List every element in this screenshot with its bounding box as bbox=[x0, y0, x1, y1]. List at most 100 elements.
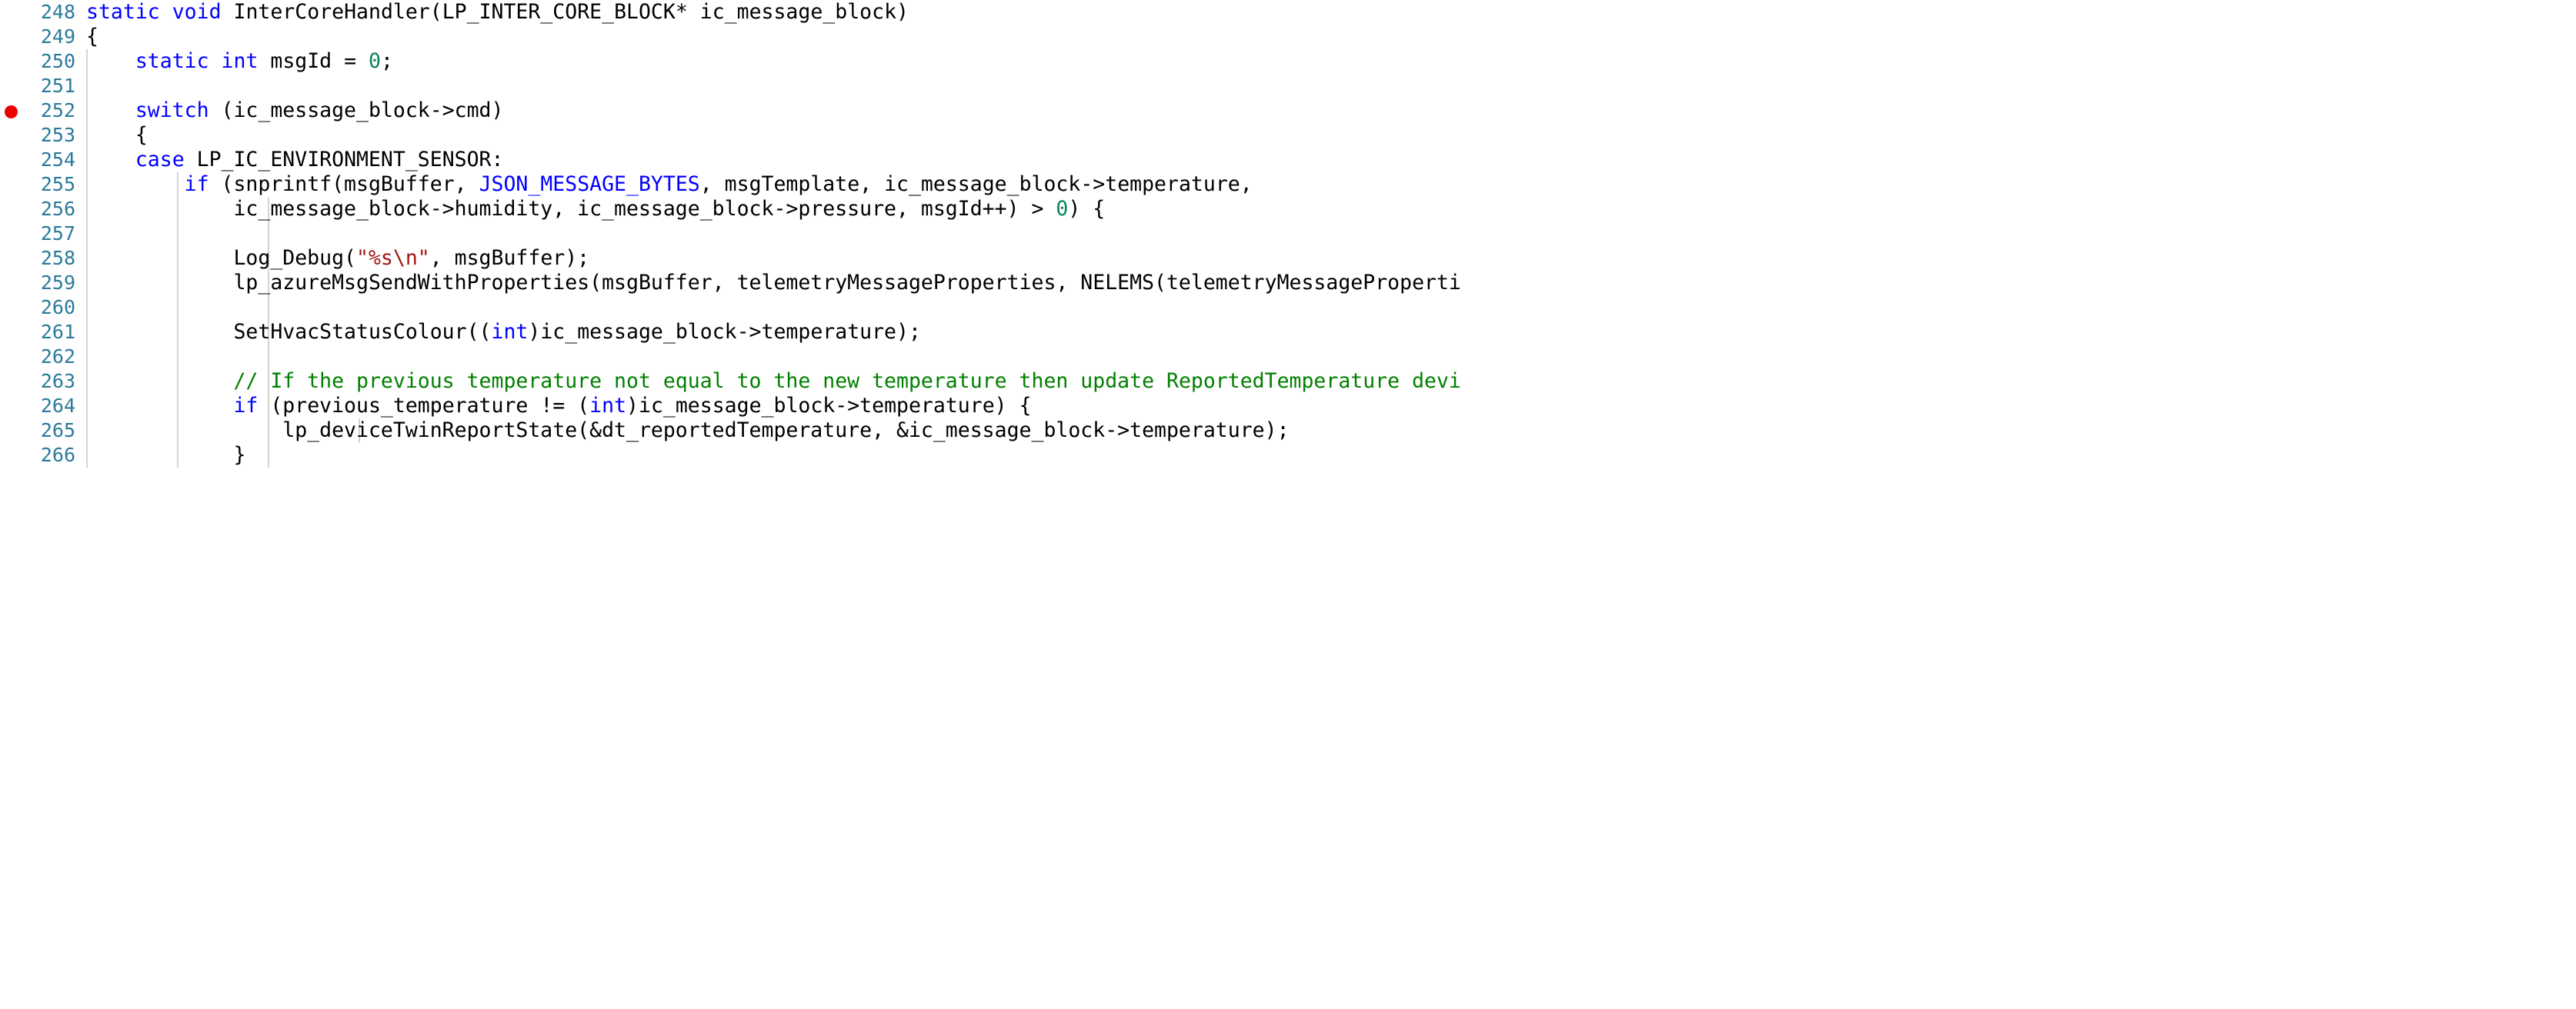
code-token: , msgTemplate, ic_message_block->tempera… bbox=[699, 172, 1253, 196]
code-line[interactable] bbox=[86, 221, 2576, 246]
code-line[interactable]: case LP_IC_ENVIRONMENT_SENSOR: bbox=[86, 148, 2576, 172]
code-token: "%s\n" bbox=[356, 246, 430, 270]
line-number: 248 bbox=[40, 1, 75, 23]
gutter-row[interactable]: 255 bbox=[0, 172, 86, 197]
gutter-row[interactable]: 261 bbox=[0, 320, 86, 345]
line-number: 256 bbox=[40, 198, 75, 220]
code-line[interactable]: // If the previous temperature not equal… bbox=[86, 369, 2576, 394]
indent-guide bbox=[177, 345, 179, 369]
code-token: static bbox=[86, 0, 160, 24]
code-line-text: { bbox=[86, 123, 148, 148]
gutter-row[interactable]: 249 bbox=[0, 25, 86, 49]
gutter-row[interactable]: 264 bbox=[0, 394, 86, 418]
line-number: 253 bbox=[40, 124, 75, 146]
line-number: 257 bbox=[40, 222, 75, 245]
gutter-row[interactable]: 256 bbox=[0, 197, 86, 221]
code-token: { bbox=[86, 123, 148, 147]
code-line-text: lp_azureMsgSendWithProperties(msgBuffer,… bbox=[86, 271, 1461, 295]
indent-guide bbox=[268, 345, 269, 369]
gutter-row[interactable]: 262 bbox=[0, 345, 86, 369]
code-editor-view[interactable]: 248 249 250 251 252 253 254 255 256 257 258 259 260 2… bbox=[0, 0, 2576, 1009]
gutter-row[interactable]: 258 bbox=[0, 246, 86, 271]
code-token: } bbox=[86, 443, 246, 467]
code-line-text: // If the previous temperature not equal… bbox=[86, 369, 1461, 394]
code-line[interactable]: { bbox=[86, 25, 2576, 49]
code-line[interactable]: if (snprintf(msgBuffer, JSON_MESSAGE_BYT… bbox=[86, 172, 2576, 197]
gutter-row[interactable]: 248 bbox=[0, 0, 86, 25]
code-token: 0 bbox=[369, 49, 381, 73]
line-number: 259 bbox=[40, 271, 75, 294]
code-token: lp_azureMsgSendWithProperties(msgBuffer,… bbox=[86, 271, 1461, 295]
code-line[interactable]: static int msgId = 0; bbox=[86, 49, 2576, 74]
code-token: int bbox=[221, 49, 259, 73]
code-line-text: static void InterCoreHandler(LP_INTER_CO… bbox=[86, 0, 909, 25]
line-number: 252 bbox=[40, 99, 75, 122]
indent-guide bbox=[86, 345, 88, 369]
gutter-row[interactable]: 266 bbox=[0, 443, 86, 468]
code-token: (snprintf(msgBuffer, bbox=[209, 172, 479, 196]
line-number: 262 bbox=[40, 345, 75, 368]
line-number: 255 bbox=[40, 173, 75, 195]
code-line-text: Log_Debug("%s\n", msgBuffer); bbox=[86, 246, 589, 271]
code-line[interactable]: lp_deviceTwinReportState(&dt_reportedTem… bbox=[86, 418, 2576, 443]
gutter-row[interactable]: 253 bbox=[0, 123, 86, 148]
editor-gutter[interactable]: 248 249 250 251 252 253 254 255 256 257 258 259 260 2… bbox=[0, 0, 86, 1009]
code-token: Log_Debug( bbox=[86, 246, 356, 270]
indent-guide bbox=[86, 295, 88, 320]
code-token: (previous_temperature != ( bbox=[258, 394, 590, 418]
gutter-row[interactable]: 250 bbox=[0, 49, 86, 74]
code-line[interactable]: static void InterCoreHandler(LP_INTER_CO… bbox=[86, 0, 2576, 25]
gutter-row[interactable]: 257 bbox=[0, 221, 86, 246]
line-number: 254 bbox=[40, 148, 75, 171]
indent-guide bbox=[86, 74, 88, 98]
gutter-row[interactable]: 254 bbox=[0, 148, 86, 172]
gutter-row[interactable]: 251 bbox=[0, 74, 86, 98]
code-line[interactable]: switch (ic_message_block->cmd) bbox=[86, 98, 2576, 123]
code-token: void bbox=[172, 0, 222, 24]
indent-guide bbox=[177, 221, 179, 246]
code-line[interactable]: } bbox=[86, 443, 2576, 468]
indent-guide bbox=[177, 295, 179, 320]
code-line-text: if (previous_temperature != (int)ic_mess… bbox=[86, 394, 1031, 418]
gutter-row[interactable]: 252 bbox=[0, 98, 86, 123]
line-number: 264 bbox=[40, 395, 75, 417]
line-number: 263 bbox=[40, 370, 75, 392]
code-line[interactable]: { bbox=[86, 123, 2576, 148]
breakpoint-icon[interactable] bbox=[5, 105, 18, 118]
gutter-row[interactable]: 263 bbox=[0, 369, 86, 394]
code-line[interactable]: lp_azureMsgSendWithProperties(msgBuffer,… bbox=[86, 271, 2576, 295]
code-line-text: { bbox=[86, 25, 98, 49]
editor-code-area[interactable]: static void InterCoreHandler(LP_INTER_CO… bbox=[86, 0, 2576, 1009]
code-token: SetHvacStatusColour(( bbox=[86, 320, 492, 344]
indent-guide bbox=[268, 295, 269, 320]
code-line[interactable]: ic_message_block->humidity, ic_message_b… bbox=[86, 197, 2576, 221]
gutter-row[interactable]: 259 bbox=[0, 271, 86, 295]
indent-guide bbox=[268, 443, 269, 468]
line-number: 250 bbox=[40, 50, 75, 72]
code-line[interactable]: SetHvacStatusColour((int)ic_message_bloc… bbox=[86, 320, 2576, 345]
code-line[interactable] bbox=[86, 74, 2576, 98]
code-line-text: lp_deviceTwinReportState(&dt_reportedTem… bbox=[86, 418, 1289, 443]
code-token: 0 bbox=[1056, 197, 1069, 221]
line-number: 266 bbox=[40, 444, 75, 466]
code-token: ) { bbox=[1068, 197, 1106, 221]
indent-guide bbox=[86, 221, 88, 246]
gutter-row[interactable]: 265 bbox=[0, 418, 86, 443]
code-line[interactable] bbox=[86, 295, 2576, 320]
code-line[interactable] bbox=[86, 345, 2576, 369]
line-number: 251 bbox=[40, 75, 75, 97]
code-token: JSON_MESSAGE_BYTES bbox=[479, 172, 700, 196]
code-line[interactable]: Log_Debug("%s\n", msgBuffer); bbox=[86, 246, 2576, 271]
line-number: 265 bbox=[40, 419, 75, 441]
code-line[interactable]: if (previous_temperature != (int)ic_mess… bbox=[86, 394, 2576, 418]
code-token: static bbox=[135, 49, 209, 73]
code-token: if bbox=[233, 394, 259, 418]
gutter-row[interactable]: 260 bbox=[0, 295, 86, 320]
code-token: switch bbox=[135, 98, 209, 122]
code-token: // If the previous temperature not equal… bbox=[233, 369, 1461, 393]
